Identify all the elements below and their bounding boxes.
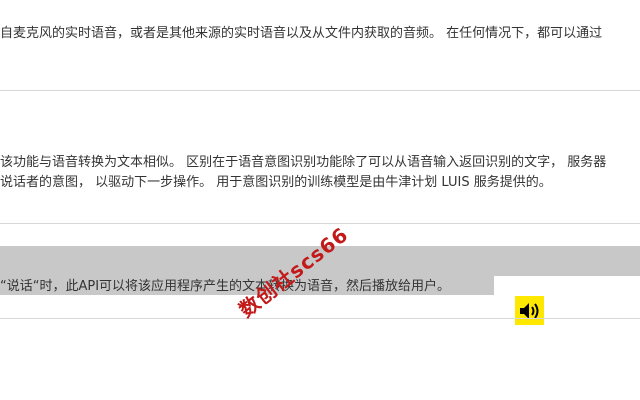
section-divider	[0, 223, 640, 224]
section-divider	[0, 318, 640, 319]
play-audio-button[interactable]	[515, 296, 544, 325]
section1-text-line1: 自麦克风的实时语音，或者是其他来源的实时语音以及从文件内获取的音频。 在任何情况…	[0, 26, 603, 41]
section3-text-line1: “说话“时，此API可以将该应用程序产生的文本转换为语音，然后播放给用户。	[0, 279, 451, 294]
section2-text-line2: 说话者的意图， 以驱动下一步操作。 用于意图识别的训练模型是由牛津计划 LUIS…	[0, 175, 552, 190]
section-divider	[0, 90, 640, 91]
section2-text-line1: 该功能与语音转换为文本相似。 区别在于语音意图识别功能除了可以从语音输入返回识别…	[0, 155, 607, 170]
